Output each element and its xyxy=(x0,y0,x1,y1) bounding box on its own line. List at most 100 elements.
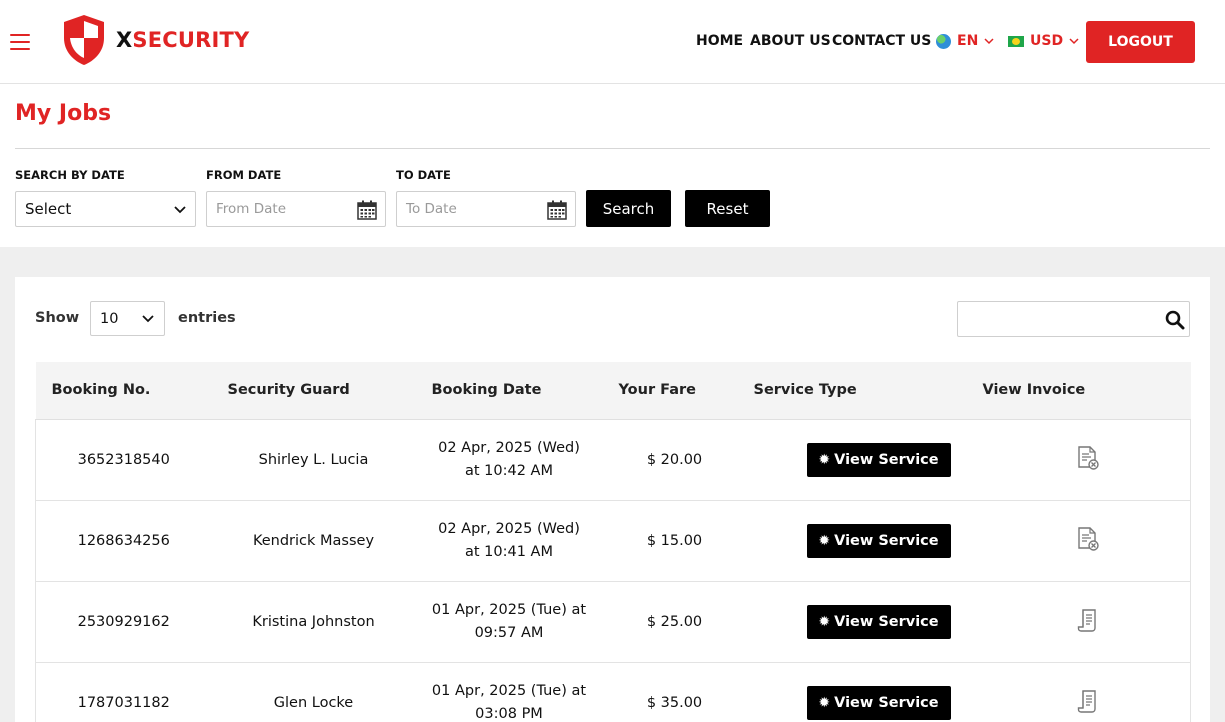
view-service-label: View Service xyxy=(834,451,939,468)
guard-name: Kendrick Massey xyxy=(211,500,416,582)
service-type-cell: ✹ View Service xyxy=(746,581,951,663)
brand-name-rest: SECURITY xyxy=(132,28,250,52)
gear-icon: ✹ xyxy=(818,694,831,711)
nav-contact[interactable]: CONTACT US xyxy=(832,30,931,52)
column-header-view-invoice[interactable]: View Invoice xyxy=(936,362,1191,420)
invoice-cell xyxy=(936,662,1191,722)
fare-amount: $ 35.00 xyxy=(602,662,747,722)
entries-value: 10 xyxy=(100,310,119,327)
logout-button[interactable]: LOGOUT xyxy=(1086,21,1195,63)
receipt-icon[interactable] xyxy=(1075,607,1101,633)
search-by-date-label: SEARCH BY DATE xyxy=(15,168,125,182)
service-type-cell: ✹ View Service xyxy=(746,419,951,501)
guard-name: Glen Locke xyxy=(211,662,416,722)
table-row: 1268634256 Kendrick Massey 02 Apr, 2025 … xyxy=(35,500,1191,582)
table-row: 3652318540 Shirley L. Lucia 02 Apr, 2025… xyxy=(35,419,1191,501)
gear-icon: ✹ xyxy=(818,613,831,630)
booking-number: 3652318540 xyxy=(35,419,212,501)
booking-time-line: 03:08 PM xyxy=(475,705,543,722)
gear-icon: ✹ xyxy=(818,532,831,549)
show-label: Show xyxy=(35,310,80,326)
jobs-table: Booking No. Security Guard Booking Date … xyxy=(35,362,1191,722)
booking-number: 1787031182 xyxy=(35,662,212,722)
cancelled-invoice-icon[interactable] xyxy=(1075,526,1101,552)
booking-number: 2530929162 xyxy=(35,581,212,663)
view-service-button[interactable]: ✹ View Service xyxy=(806,442,951,477)
service-type-cell: ✹ View Service xyxy=(746,500,951,582)
booking-number: 1268634256 xyxy=(35,500,212,582)
table-search-input[interactable] xyxy=(957,301,1190,337)
search-icon[interactable] xyxy=(1165,310,1185,330)
nav-home[interactable]: HOME xyxy=(696,30,743,52)
brand-name-x: X xyxy=(116,28,133,52)
booking-date: 01 Apr, 2025 (Tue) at 09:57 AM xyxy=(415,581,603,663)
chevron-down-icon xyxy=(174,206,186,214)
column-header-service-type[interactable]: Service Type xyxy=(746,362,937,420)
entries-select[interactable]: 10 xyxy=(90,301,165,336)
nav-contact-label: CONTACT US xyxy=(832,33,932,49)
currency-selector[interactable]: USD xyxy=(1008,30,1079,52)
gear-icon: ✹ xyxy=(818,451,831,468)
view-service-label: View Service xyxy=(834,532,939,549)
from-date-placeholder: From Date xyxy=(216,201,287,217)
view-service-button[interactable]: ✹ View Service xyxy=(806,523,951,558)
booking-date-line: 02 Apr, 2025 (Wed) xyxy=(438,520,580,537)
top-header: XSECURITY HOME ABOUT US CONTACT US EN US… xyxy=(0,0,1225,84)
invoice-cell xyxy=(936,581,1191,663)
nav-home-label: HOME xyxy=(696,33,744,49)
from-date-field[interactable]: From Date xyxy=(206,191,386,227)
calendar-icon[interactable] xyxy=(547,200,567,220)
table-header-row: Booking No. Security Guard Booking Date … xyxy=(35,362,1191,420)
reset-button[interactable]: Reset xyxy=(685,190,770,227)
receipt-icon[interactable] xyxy=(1075,688,1101,714)
cancelled-invoice-icon[interactable] xyxy=(1075,445,1101,471)
booking-date: 02 Apr, 2025 (Wed) at 10:42 AM xyxy=(415,419,603,501)
view-service-label: View Service xyxy=(834,694,939,711)
view-service-button[interactable]: ✹ View Service xyxy=(806,685,951,720)
service-type-cell: ✹ View Service xyxy=(746,662,951,722)
booking-date-line: 01 Apr, 2025 (Tue) at xyxy=(431,601,587,618)
fare-amount: $ 20.00 xyxy=(602,419,747,501)
booking-time-line: at 10:42 AM xyxy=(464,462,553,479)
to-date-placeholder: To Date xyxy=(406,201,457,217)
column-header-booking-date[interactable]: Booking Date xyxy=(415,362,603,420)
flag-icon xyxy=(1008,35,1024,47)
view-service-button[interactable]: ✹ View Service xyxy=(806,604,951,639)
search-button[interactable]: Search xyxy=(586,190,671,227)
hamburger-menu-icon[interactable] xyxy=(10,34,30,50)
column-header-your-fare[interactable]: Your Fare xyxy=(602,362,747,420)
fare-amount: $ 15.00 xyxy=(602,500,747,582)
nav-about-label: ABOUT US xyxy=(750,33,831,49)
chevron-down-icon xyxy=(984,38,994,45)
currency-value: USD xyxy=(1030,33,1064,49)
shield-icon xyxy=(64,15,104,65)
booking-date-line: 01 Apr, 2025 (Tue) at xyxy=(431,682,587,699)
divider xyxy=(15,148,1210,149)
booking-date-line: 02 Apr, 2025 (Wed) xyxy=(438,439,580,456)
column-header-booking-no[interactable]: Booking No. xyxy=(35,362,212,420)
to-date-field[interactable]: To Date xyxy=(396,191,576,227)
from-date-label: FROM DATE xyxy=(206,168,282,182)
search-by-date-select[interactable]: Select xyxy=(15,191,196,227)
booking-time-line: at 10:41 AM xyxy=(464,543,553,560)
nav-about[interactable]: ABOUT US xyxy=(750,30,831,52)
fare-amount: $ 25.00 xyxy=(602,581,747,663)
guard-name: Shirley L. Lucia xyxy=(211,419,416,501)
calendar-icon[interactable] xyxy=(357,200,377,220)
invoice-cell xyxy=(936,419,1191,501)
entries-label: entries xyxy=(178,310,236,326)
guard-name: Kristina Johnston xyxy=(211,581,416,663)
language-value: EN xyxy=(957,33,979,49)
invoice-cell xyxy=(936,500,1191,582)
globe-icon xyxy=(936,33,951,49)
chevron-down-icon xyxy=(1069,38,1079,45)
brand-name: XSECURITY xyxy=(116,28,249,52)
column-header-security-guard[interactable]: Security Guard xyxy=(211,362,416,420)
booking-time-line: 09:57 AM xyxy=(474,624,544,641)
view-service-label: View Service xyxy=(834,613,939,630)
brand-logo[interactable]: XSECURITY xyxy=(62,14,249,66)
booking-date: 01 Apr, 2025 (Tue) at 03:08 PM xyxy=(415,662,603,722)
language-selector[interactable]: EN xyxy=(936,30,994,52)
booking-date: 02 Apr, 2025 (Wed) at 10:41 AM xyxy=(415,500,603,582)
page-title: My Jobs xyxy=(15,101,112,126)
